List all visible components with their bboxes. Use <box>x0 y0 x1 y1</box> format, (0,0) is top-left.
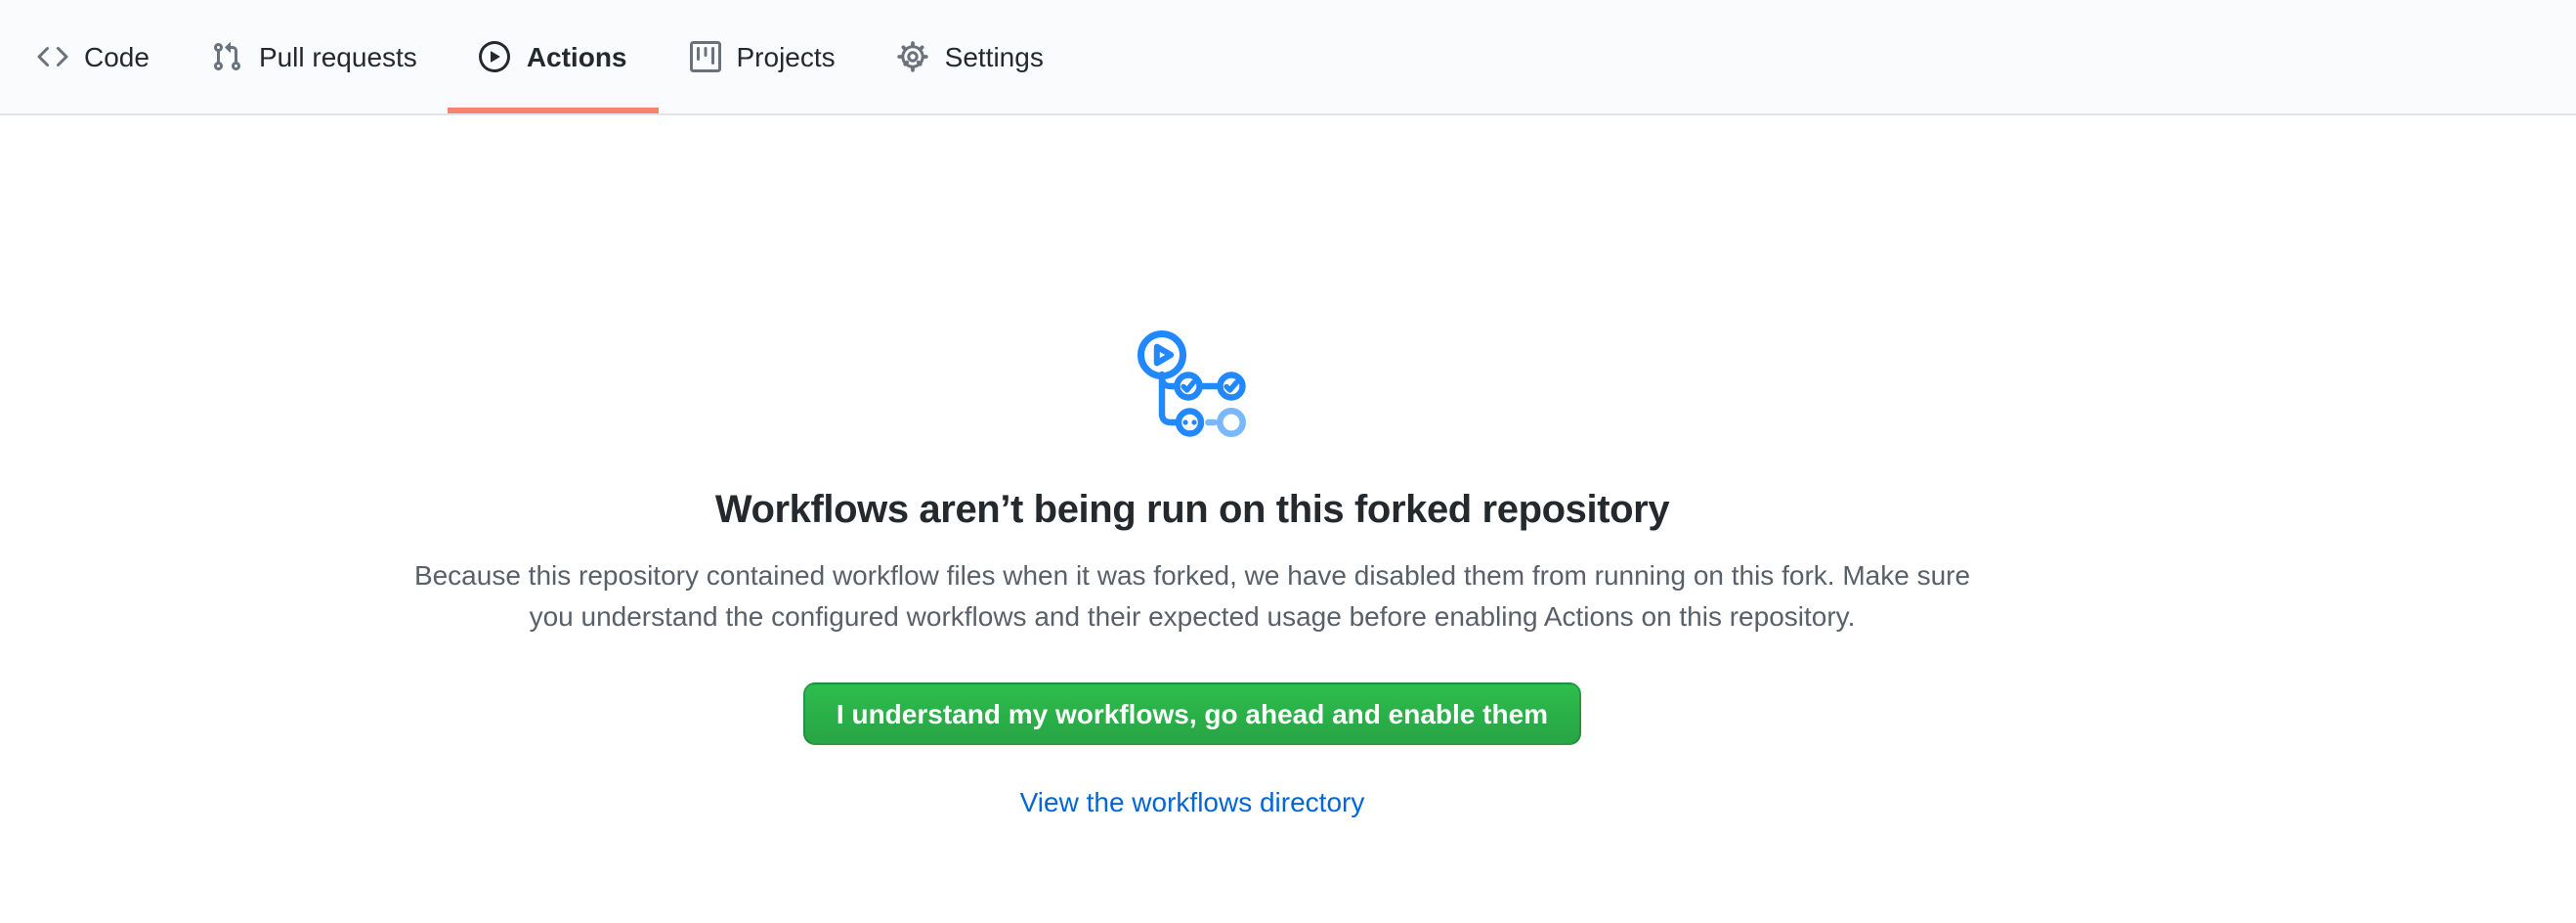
page: Code Pull requests Actions Projects <box>0 0 2576 923</box>
git-pull-request-icon <box>212 41 243 72</box>
blankslate-heading: Workflows aren’t being run on this forke… <box>715 481 1669 540</box>
tab-label: Actions <box>527 41 627 72</box>
tab-projects[interactable]: Projects <box>659 0 867 113</box>
tab-settings[interactable]: Settings <box>867 0 1075 113</box>
tab-label: Code <box>84 41 150 72</box>
view-workflows-directory-link[interactable]: View the workflows directory <box>1020 782 1365 823</box>
gear-icon <box>898 41 929 72</box>
tab-actions[interactable]: Actions <box>449 0 659 113</box>
tab-code[interactable]: Code <box>6 0 181 113</box>
repo-tab-nav: Code Pull requests Actions Projects <box>0 0 2576 115</box>
code-icon <box>37 41 68 72</box>
tab-label: Projects <box>737 41 836 72</box>
blankslate-description: Because this repository contained workfl… <box>396 555 1989 637</box>
tab-label: Settings <box>945 41 1044 72</box>
tab-label: Pull requests <box>259 41 417 72</box>
play-icon <box>480 41 511 72</box>
enable-workflows-button[interactable]: I understand my workflows, go ahead and … <box>803 682 1581 745</box>
actions-blankslate: Workflows aren’t being run on this forke… <box>0 115 2384 823</box>
project-icon <box>690 41 721 72</box>
workflow-graph-icon <box>1138 330 1247 440</box>
tab-pull-requests[interactable]: Pull requests <box>181 0 449 113</box>
